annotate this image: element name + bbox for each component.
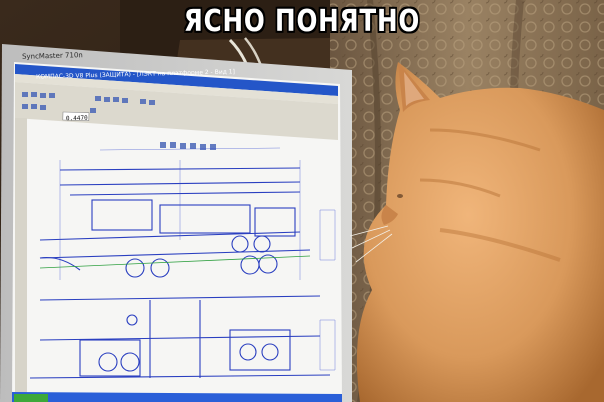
photo-illustration [0,0,604,402]
meme-scene: SyncMaster 710n КОМПАС-3D V8 Plus (ЗАЩИТ… [0,0,604,402]
meme-caption: ЯСНО ПОНЯТНО [183,4,421,39]
start-button [14,394,48,402]
zoom-value: 0.4470 [65,114,88,123]
left-tool-palette [15,118,27,398]
monitor-brand-label: SyncMaster 710n [21,51,83,61]
